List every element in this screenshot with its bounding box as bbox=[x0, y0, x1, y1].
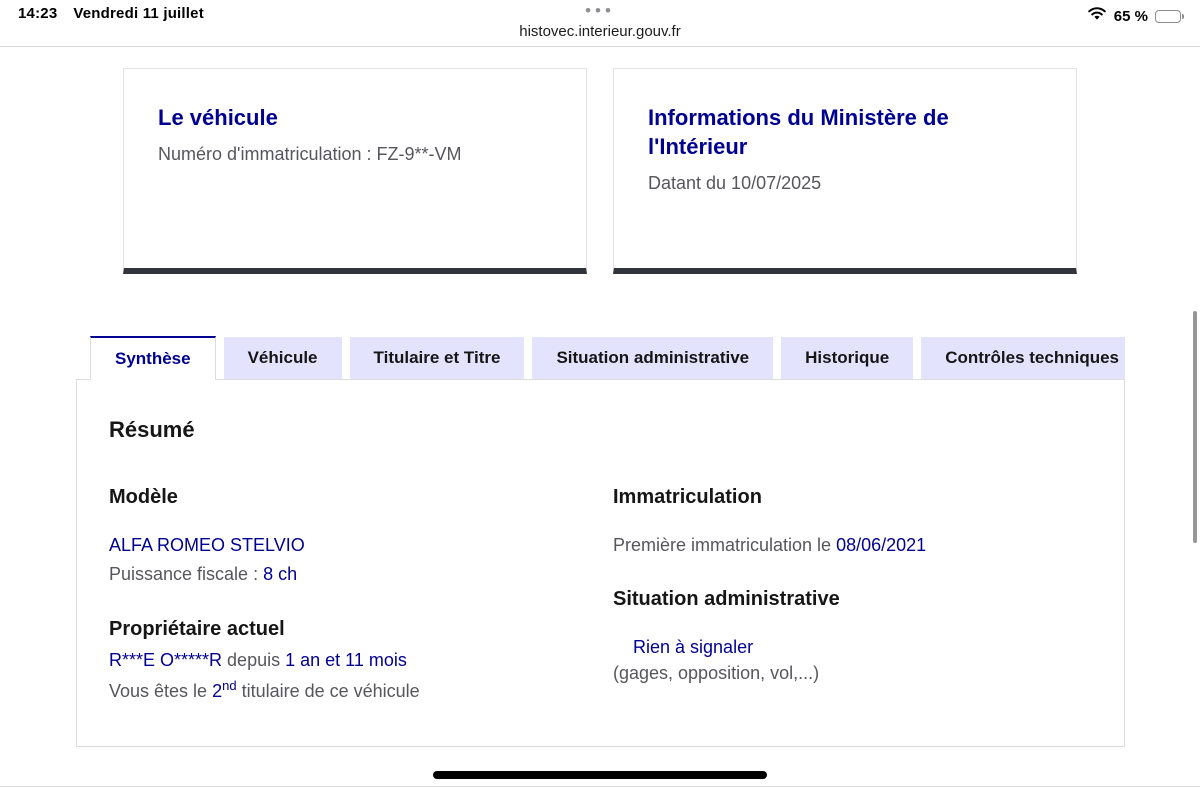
tab-controles-techniques[interactable]: Contrôles techniques bbox=[921, 337, 1125, 379]
fiscal-power-line: Puissance fiscale : 8 ch bbox=[109, 560, 613, 589]
status-indicators: 65 % bbox=[1087, 6, 1184, 26]
info-cards-row: Le véhicule Numéro d'immatriculation : F… bbox=[123, 68, 1077, 274]
synthese-panel: Résumé Modèle ALFA ROMEO STELVIO Puissan… bbox=[76, 379, 1125, 747]
owner-rank-suffix-text: titulaire de ce véhicule bbox=[237, 681, 420, 701]
vehicle-card-title: Le véhicule bbox=[158, 103, 552, 132]
ministry-card-date: Datant du 10/07/2025 bbox=[648, 173, 1042, 194]
owner-masked-name[interactable]: R***E O*****R bbox=[109, 650, 222, 670]
model-name-line: ALFA ROMEO STELVIO bbox=[109, 531, 613, 560]
report-tabs-section: Synthèse Véhicule Titulaire et Titre Sit… bbox=[76, 336, 1125, 747]
fiscal-power-label: Puissance fiscale : bbox=[109, 564, 263, 584]
first-registration-label: Première immatriculation le bbox=[613, 535, 836, 555]
battery-percent-label: 65 % bbox=[1114, 8, 1148, 25]
registration-heading: Immatriculation bbox=[613, 485, 1117, 509]
summary-left-column: Modèle ALFA ROMEO STELVIO Puissance fisc… bbox=[109, 485, 613, 704]
admin-status-value[interactable]: Rien à signaler bbox=[633, 637, 753, 657]
ministry-info-card: Informations du Ministère de l'Intérieur… bbox=[613, 68, 1077, 274]
ipad-safari-screen: 14:23Vendredi 11 juillet ••• histovec.in… bbox=[0, 0, 1200, 788]
tab-situation-administrative[interactable]: Situation administrative bbox=[532, 337, 773, 379]
first-registration-line: Première immatriculation le 08/06/2021 bbox=[613, 531, 1117, 560]
vehicle-card: Le véhicule Numéro d'immatriculation : F… bbox=[123, 68, 587, 274]
owner-heading: Propriétaire actuel bbox=[109, 617, 613, 641]
admin-status-heading: Situation administrative bbox=[613, 587, 1117, 611]
tab-vehicule[interactable]: Véhicule bbox=[224, 337, 342, 379]
summary-grid: Modèle ALFA ROMEO STELVIO Puissance fisc… bbox=[109, 485, 1092, 704]
model-heading: Modèle bbox=[109, 485, 613, 509]
tab-list: Synthèse Véhicule Titulaire et Titre Sit… bbox=[90, 336, 1125, 380]
owner-since-value[interactable]: 1 an et 11 mois bbox=[285, 650, 407, 670]
browser-address-area: ••• histovec.interieur.gouv.fr bbox=[0, 3, 1200, 40]
owner-rank-prefix: Vous êtes le bbox=[109, 681, 212, 701]
tab-overflow-icon[interactable]: ••• bbox=[585, 4, 615, 18]
tab-synthese[interactable]: Synthèse bbox=[90, 336, 216, 380]
tab-titulaire-et-titre[interactable]: Titulaire et Titre bbox=[350, 337, 525, 379]
admin-status-line: Rien à signaler bbox=[613, 634, 1117, 660]
owner-since-line: R***E O*****R depuis 1 an et 11 mois bbox=[109, 647, 613, 673]
summary-right-column: Immatriculation Première immatriculation… bbox=[613, 485, 1117, 704]
owner-rank-value: 2nd bbox=[212, 681, 236, 701]
vertical-scrollbar-thumb[interactable] bbox=[1193, 311, 1197, 543]
owner-rank-line: Vous êtes le 2nd titulaire de ce véhicul… bbox=[109, 673, 613, 704]
summary-title: Résumé bbox=[109, 416, 1092, 444]
address-bar[interactable]: histovec.interieur.gouv.fr bbox=[0, 23, 1200, 40]
vehicle-card-registration: Numéro d'immatriculation : FZ-9**-VM bbox=[158, 144, 552, 165]
wifi-icon bbox=[1087, 6, 1107, 26]
model-name-link[interactable]: ALFA ROMEO STELVIO bbox=[109, 535, 305, 555]
tab-historique[interactable]: Historique bbox=[781, 337, 913, 379]
bottom-toolbar-divider bbox=[0, 786, 1200, 787]
ministry-card-title: Informations du Ministère de l'Intérieur bbox=[648, 103, 1042, 161]
admin-status-note: (gages, opposition, vol,...) bbox=[613, 660, 1117, 686]
fiscal-power-value[interactable]: 8 ch bbox=[263, 564, 297, 584]
battery-icon bbox=[1155, 10, 1184, 23]
owner-since-label: depuis bbox=[222, 650, 285, 670]
first-registration-date[interactable]: 08/06/2021 bbox=[836, 535, 926, 555]
status-bar: 14:23Vendredi 11 juillet ••• histovec.in… bbox=[0, 0, 1200, 47]
home-indicator[interactable] bbox=[433, 771, 767, 779]
